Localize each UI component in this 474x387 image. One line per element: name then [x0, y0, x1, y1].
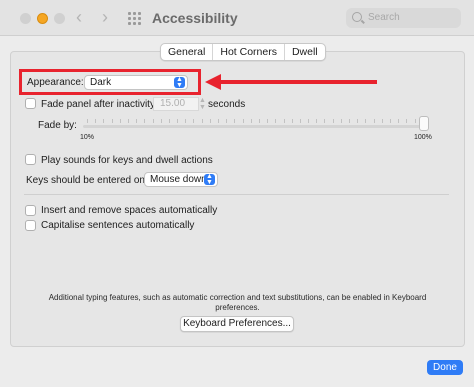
search-placeholder: Search	[368, 12, 400, 23]
annotation-highlight-box	[19, 69, 201, 95]
keys-entered-label: Keys should be entered on:	[26, 175, 148, 186]
keys-entered-popup[interactable]: Mouse down ▲ ▼	[144, 172, 218, 187]
slider-max-label: 100%	[414, 134, 432, 141]
insert-spaces-checkbox[interactable]	[25, 205, 36, 216]
slider-min-label: 10%	[80, 134, 95, 141]
fade-by-label: Fade by:	[38, 120, 77, 131]
capitalise-label: Capitalise sentences automatically	[41, 220, 195, 231]
keys-entered-value: Mouse down	[150, 174, 207, 185]
search-input[interactable]: Search	[346, 8, 461, 28]
play-sounds-label: Play sounds for keys and dwell actions	[41, 155, 213, 166]
capitalise-checkbox[interactable]	[25, 220, 36, 231]
minimize-window-button[interactable]	[37, 13, 48, 24]
window-title: Accessibility	[152, 10, 238, 26]
fade-panel-label: Fade panel after inactivity:	[41, 99, 158, 110]
keyboard-preferences-button[interactable]: Keyboard Preferences...	[180, 316, 294, 332]
fade-unit-label: seconds	[208, 99, 246, 110]
annotation-arrow-shaft	[219, 80, 377, 84]
zoom-window-button[interactable]	[54, 13, 65, 24]
titlebar: ‹ › Accessibility Search	[0, 0, 474, 36]
search-icon	[352, 12, 362, 22]
preferences-window: ‹ › Accessibility Search General Hot Cor…	[0, 0, 474, 387]
tab-bar: General Hot Corners Dwell	[160, 43, 326, 61]
annotation-arrow-icon	[205, 74, 221, 90]
fade-seconds-field[interactable]: 15.00	[153, 97, 199, 111]
back-arrow-icon[interactable]: ‹	[76, 8, 82, 26]
grid-icon[interactable]	[128, 12, 141, 25]
tab-hot-corners[interactable]: Hot Corners	[212, 44, 284, 60]
fade-by-slider-knob[interactable]	[419, 116, 429, 131]
popup-stepper-icon: ▲ ▼	[204, 173, 215, 186]
tab-dwell[interactable]: Dwell	[283, 44, 325, 60]
divider	[24, 194, 449, 195]
info-text: Additional typing features, such as auto…	[48, 293, 427, 312]
done-button[interactable]: Done	[427, 360, 463, 375]
play-sounds-checkbox[interactable]	[25, 154, 36, 165]
insert-spaces-label: Insert and remove spaces automatically	[41, 205, 218, 216]
forward-arrow-icon[interactable]: ›	[102, 8, 108, 26]
fade-panel-checkbox[interactable]	[25, 98, 36, 109]
fade-by-slider[interactable]	[83, 125, 428, 128]
fade-stepper-icon[interactable]: ▲ ▼	[199, 97, 206, 111]
close-window-button[interactable]	[20, 13, 31, 24]
tab-general[interactable]: General	[161, 44, 212, 60]
slider-ticks	[87, 119, 424, 124]
